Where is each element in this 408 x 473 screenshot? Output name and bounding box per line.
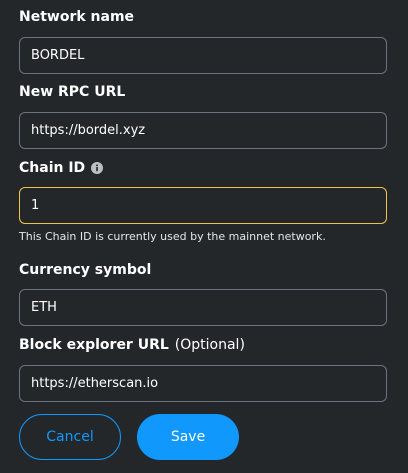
network-name-label: Network name [19, 8, 134, 26]
rpc-url-input[interactable] [20, 113, 386, 148]
save-button[interactable]: Save [137, 414, 239, 460]
block-explorer-field[interactable] [19, 365, 387, 402]
currency-symbol-label-text: Currency symbol [19, 262, 152, 278]
chain-id-label: Chain ID [19, 159, 104, 177]
info-icon[interactable] [91, 162, 104, 174]
network-name-input[interactable] [20, 38, 386, 73]
chain-id-field[interactable] [19, 187, 387, 224]
rpc-url-field[interactable] [19, 112, 387, 149]
currency-symbol-label: Currency symbol [19, 261, 151, 279]
network-name-label-text: Network name [19, 9, 135, 25]
rpc-url-label: New RPC URL [19, 83, 125, 101]
currency-symbol-field[interactable] [19, 289, 387, 326]
cancel-button[interactable]: Cancel [19, 414, 121, 460]
block-explorer-label: Block explorer URL (Optional) [19, 336, 245, 354]
chain-id-input[interactable] [20, 188, 386, 223]
currency-symbol-input[interactable] [20, 290, 386, 325]
chain-id-label-text: Chain ID [19, 160, 86, 176]
rpc-url-label-text: New RPC URL [19, 84, 126, 100]
optional-tag: (Optional) [174, 337, 245, 353]
block-explorer-input[interactable] [20, 366, 386, 401]
network-name-field[interactable] [19, 37, 387, 74]
block-explorer-label-text: Block explorer URL [19, 337, 169, 353]
chain-id-warning: This Chain ID is currently used by the m… [19, 230, 326, 243]
